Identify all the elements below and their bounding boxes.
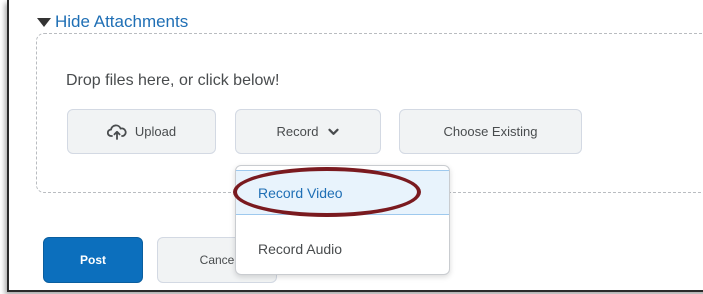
caret-down-icon — [37, 18, 51, 27]
cancel-label: Cance — [199, 253, 235, 267]
record-audio-label: Record Audio — [258, 240, 343, 257]
record-dropdown-menu: Record Video Record Audio — [235, 165, 450, 275]
record-button[interactable]: Record — [235, 109, 381, 154]
upload-label: Upload — [134, 124, 177, 139]
menu-item-record-video[interactable]: Record Video — [236, 170, 449, 215]
choose-existing-button[interactable]: Choose Existing — [399, 109, 582, 154]
choose-existing-label: Choose Existing — [443, 124, 538, 139]
upload-button[interactable]: Upload — [67, 109, 216, 154]
hide-attachments-toggle[interactable]: Hide Attachments — [37, 12, 188, 32]
record-label: Record — [276, 124, 319, 139]
attachments-panel: Hide Attachments Drop files here, or cli… — [7, 0, 703, 292]
menu-item-record-audio[interactable]: Record Audio — [236, 226, 449, 271]
drop-files-prompt: Drop files here, or click below! — [66, 72, 280, 89]
hide-attachments-label: Hide Attachments — [55, 12, 189, 31]
record-video-label: Record Video — [258, 184, 343, 201]
cloud-upload-icon — [106, 124, 127, 140]
chevron-down-icon — [328, 128, 340, 135]
post-label: Post — [79, 253, 106, 267]
post-button[interactable]: Post — [43, 237, 143, 283]
